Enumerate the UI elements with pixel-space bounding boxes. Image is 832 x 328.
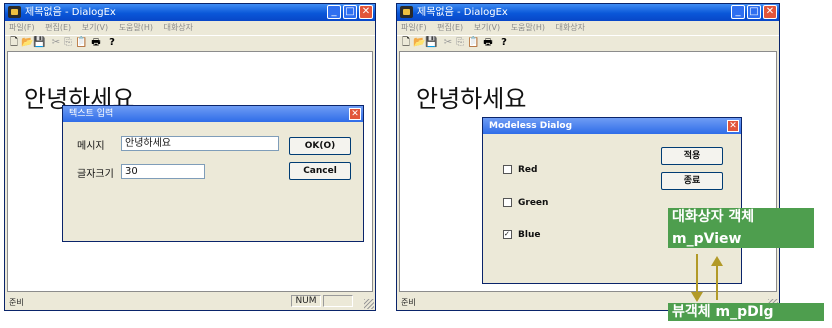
checkbox-blue-label: Blue [518, 230, 541, 240]
status-num: NUM [291, 295, 321, 307]
arrow-up-to-dialog [716, 264, 718, 300]
resize-grip[interactable] [364, 299, 374, 309]
open-folder-icon[interactable]: 📂 [413, 38, 425, 48]
maximize-button[interactable]: □ [343, 5, 357, 19]
cut-icon[interactable]: ✂ [443, 38, 453, 48]
paste-icon[interactable]: 📋 [75, 38, 87, 48]
menu-bar: 파일(F) 편집(E) 보기(V) 도움말(H) 대화상자 [397, 22, 779, 34]
status-ready: 준비 [9, 298, 24, 307]
dialog-title: 텍스트 입력 [69, 109, 114, 119]
menu-bar: 파일(F) 편집(E) 보기(V) 도움말(H) 대화상자 [5, 22, 375, 34]
minimize-button[interactable]: _ [731, 5, 745, 19]
save-icon[interactable]: 💾 [425, 38, 437, 48]
close-button[interactable]: ✕ [763, 5, 777, 19]
close-button[interactable]: ✕ [359, 5, 373, 19]
annotation-dialog-object-line2: m_pView [672, 231, 742, 247]
menu-dialog[interactable]: 대화상자 [556, 23, 585, 32]
annotation-dialog-object-line1: 대화상자 객체 [672, 209, 755, 225]
window-title: 제목없음 - DialogEx [417, 7, 508, 18]
help-icon[interactable]: ? [107, 38, 117, 48]
menu-view[interactable]: 보기(V) [474, 23, 500, 32]
checkbox-red-label: Red [518, 165, 538, 175]
print-icon[interactable]: 🖶 [91, 38, 101, 48]
menu-file[interactable]: 파일(F) [9, 23, 35, 32]
copy-icon[interactable]: ⎘ [63, 38, 73, 48]
arrow-down-head [691, 292, 703, 302]
cancel-button[interactable]: Cancel [289, 162, 351, 180]
minimize-button[interactable]: _ [327, 5, 341, 19]
print-icon[interactable]: 🖶 [483, 38, 493, 48]
cut-icon[interactable]: ✂ [51, 38, 61, 48]
dialog-title-bar[interactable]: 텍스트 입력 ✕ [63, 106, 363, 122]
help-icon[interactable]: ? [499, 38, 509, 48]
dialog-title: Modeless Dialog [489, 121, 573, 131]
maximize-button[interactable]: □ [747, 5, 761, 19]
window-title: 제목없음 - DialogEx [25, 7, 116, 18]
modeless-dialog: Modeless Dialog ✕ 적용 종료 Red Green ✓ Blue [482, 117, 742, 284]
ok-button[interactable]: OK(O) [289, 137, 351, 155]
message-label: 메시지 [77, 141, 105, 152]
arrow-up-head [711, 256, 723, 266]
close-dialog-button[interactable]: 종료 [661, 172, 723, 190]
dialog-title-bar[interactable]: Modeless Dialog ✕ [483, 118, 741, 134]
copy-icon[interactable]: ⎘ [455, 38, 465, 48]
menu-file[interactable]: 파일(F) [401, 23, 427, 32]
paste-icon[interactable]: 📋 [467, 38, 479, 48]
annotation-dialog-object: 대화상자 객체 m_pView [668, 208, 814, 248]
menu-help[interactable]: 도움말(H) [119, 23, 153, 32]
status-ready: 준비 [401, 298, 416, 307]
toolbar: 🗋 📂 💾 ✂ ⎘ 📋 🖶 ? [397, 35, 779, 51]
annotation-view-object: 뷰객체 m_pDlg [668, 303, 824, 321]
app-icon [400, 6, 413, 18]
font-size-input[interactable]: 30 [121, 164, 205, 179]
menu-dialog[interactable]: 대화상자 [164, 23, 193, 32]
open-folder-icon[interactable]: 📂 [21, 38, 33, 48]
greeting-text: 안녕하세요 [416, 85, 527, 113]
status-bar: 준비 NUM [5, 293, 375, 310]
toolbar: 🗋 📂 💾 ✂ ⎘ 📋 🖶 ? [5, 35, 375, 51]
apply-button[interactable]: 적용 [661, 147, 723, 165]
menu-help[interactable]: 도움말(H) [511, 23, 545, 32]
menu-edit[interactable]: 편집(E) [437, 23, 463, 32]
message-input[interactable]: 안녕하세요 [121, 136, 279, 151]
checkbox-blue[interactable]: ✓ Blue [503, 230, 540, 240]
dialog-close-button[interactable]: ✕ [727, 120, 739, 132]
text-input-dialog: 텍스트 입력 ✕ 메시지 안녕하세요 글자크기 30 OK(O) Cancel [62, 105, 364, 242]
menu-view[interactable]: 보기(V) [82, 23, 108, 32]
new-file-icon[interactable]: 🗋 [9, 38, 19, 48]
checkbox-blue-box[interactable]: ✓ [503, 230, 512, 239]
title-bar[interactable]: 제목없음 - DialogEx _ □ ✕ [5, 4, 375, 21]
new-file-icon[interactable]: 🗋 [401, 38, 411, 48]
save-icon[interactable]: 💾 [33, 38, 45, 48]
status-scrl [323, 295, 353, 307]
font-size-label: 글자크기 [77, 169, 114, 180]
title-bar[interactable]: 제목없음 - DialogEx _ □ ✕ [397, 4, 779, 21]
checkbox-red-box[interactable] [503, 165, 512, 174]
menu-edit[interactable]: 편집(E) [45, 23, 71, 32]
checkbox-red[interactable]: Red [503, 165, 537, 175]
dialog-close-button[interactable]: ✕ [349, 108, 361, 120]
app-icon [8, 6, 21, 18]
checkbox-green-label: Green [518, 198, 549, 208]
checkbox-green[interactable]: Green [503, 198, 548, 208]
checkbox-green-box[interactable] [503, 198, 512, 207]
